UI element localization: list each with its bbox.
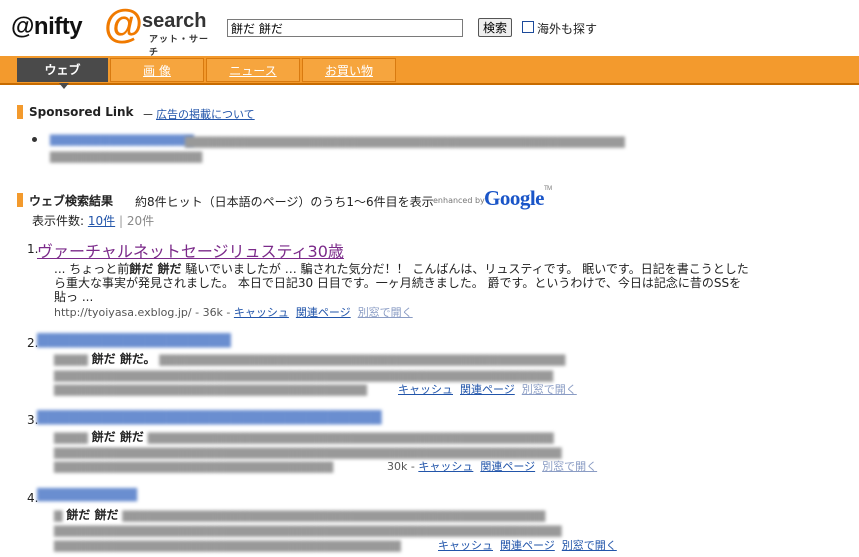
tab-web[interactable]: ウェブ xyxy=(17,58,108,82)
overseas-label: 海外も探す xyxy=(537,22,598,36)
results-summary: 約8件ヒット（日本語のページ）のうち1〜6件目を表示 xyxy=(135,195,434,209)
ad-info-link[interactable]: 広告の掲載について xyxy=(156,106,255,122)
result-2-snippet-bold: 餅だ 餅だ。 xyxy=(91,352,156,366)
result-1-meta: http://tyoiyasa.exblog.jp/ - 36k - キャッシュ… xyxy=(54,304,413,320)
result-4-url: ▇▇▇▇▇▇▇▇▇▇▇▇▇▇▇▇▇▇▇▇▇▇▇▇▇▇▇▇▇▇▇▇▇▇▇▇▇▇▇▇… xyxy=(54,539,401,552)
result-2-related-link[interactable]: 関連ページ xyxy=(460,383,515,396)
active-tab-pointer-icon xyxy=(59,83,69,89)
sponsored-bullet xyxy=(32,137,37,142)
sponsored-ad-text: ▇▇▇▇▇▇▇▇▇▇▇▇▇▇▇▇▇▇▇▇▇▇▇▇▇▇▇▇▇▇▇▇▇▇▇▇▇▇▇▇… xyxy=(185,135,625,148)
overseas-checkbox[interactable] xyxy=(522,21,534,33)
result-1-newwindow-link[interactable]: 別窓で開く xyxy=(358,306,413,319)
logo-subtitle: アット・サーチ xyxy=(149,35,210,58)
display-count-separator: | xyxy=(118,214,124,228)
result-1-snippet-bold: 餅だ 餅だ xyxy=(129,262,182,276)
result-3-newwindow-link[interactable]: 別窓で開く xyxy=(542,460,597,473)
result-4-snippet-line-2: ▇▇▇▇▇▇▇▇▇▇▇▇▇▇▇▇▇▇▇▇▇▇▇▇▇▇▇▇▇▇▇▇▇▇▇▇▇▇▇▇… xyxy=(54,524,562,537)
display-10-option[interactable]: 10件 xyxy=(88,214,115,228)
header: @nifty @ search アット・サーチ 検索 海外も探す xyxy=(0,0,859,58)
google-tm: TM xyxy=(544,186,552,192)
result-2-url: ▇▇▇▇▇▇▇▇▇▇▇▇▇▇▇▇▇▇▇▇▇▇▇▇▇▇▇▇▇▇▇▇▇▇▇▇▇ xyxy=(54,383,368,396)
tab-images[interactable]: 画 像 xyxy=(110,58,204,82)
result-2-meta: キャッシュ 関連ページ 別窓で開く xyxy=(398,381,577,397)
sponsored-ad-link[interactable]: ▇▇▇▇▇▇▇▇▇▇▇▇▇▇▇▇▇ xyxy=(50,133,194,146)
sponsored-ad-url: ▇▇▇▇▇▇▇▇▇▇▇▇▇▇▇▇▇▇ xyxy=(50,150,203,163)
google-logo-text: Google xyxy=(484,186,545,210)
result-1-url: http://tyoiyasa.exblog.jp/ - 36k - xyxy=(54,306,231,319)
tab-shopping-label: お買い物 xyxy=(324,64,373,78)
result-2-snippet-blur-b: ▇▇▇▇▇▇▇▇▇▇▇▇▇▇▇▇▇▇▇▇▇▇▇▇▇▇▇▇▇▇▇▇▇▇▇▇▇▇▇▇… xyxy=(159,353,566,366)
result-4-snippet-bold: 餅だ 餅だ xyxy=(66,508,119,522)
result-3-snippet-blur-b: ▇▇▇▇▇▇▇▇▇▇▇▇▇▇▇▇▇▇▇▇▇▇▇▇▇▇▇▇▇▇▇▇▇▇▇▇▇▇▇▇… xyxy=(147,431,554,444)
tab-news-label: ニュース xyxy=(229,64,277,78)
tab-news[interactable]: ニュース xyxy=(206,58,300,82)
result-3-related-link[interactable]: 関連ページ xyxy=(480,460,535,473)
result-2-newwindow-link[interactable]: 別窓で開く xyxy=(522,383,577,396)
sponsored-dash: － xyxy=(142,108,155,122)
result-4-title-link[interactable]: ▇▇▇▇▇▇▇▇▇▇ xyxy=(37,487,137,502)
result-3-meta: 30k - キャッシュ 関連ページ 別窓で開く xyxy=(387,458,597,474)
result-4-snippet-blur-b: ▇▇▇▇▇▇▇▇▇▇▇▇▇▇▇▇▇▇▇▇▇▇▇▇▇▇▇▇▇▇▇▇▇▇▇▇▇▇▇▇… xyxy=(122,509,546,522)
enhanced-by-label: enhanced by xyxy=(433,196,485,205)
result-4-related-link[interactable]: 関連ページ xyxy=(500,539,555,552)
sponsored-section-marker xyxy=(17,105,23,119)
result-4-snippet-blur-a: ▇ xyxy=(54,509,63,522)
result-1-snippet: ... ちょっと前餅だ 餅だ 騒いでいましたが … 騙された気分だ！！ こんばん… xyxy=(54,262,750,304)
result-4-newwindow-link[interactable]: 別窓で開く xyxy=(562,539,617,552)
google-logo[interactable]: GoogleTM xyxy=(484,186,552,211)
nifty-logo[interactable]: @nifty xyxy=(11,13,83,41)
result-3-size: 30k - xyxy=(387,460,415,473)
search-logo-word: search xyxy=(142,10,207,32)
at-logo-mark: @ xyxy=(104,2,144,46)
tab-images-label: 画 像 xyxy=(143,64,171,78)
results-title: ウェブ検索結果 xyxy=(29,194,114,208)
search-button[interactable]: 検索 xyxy=(478,18,512,37)
results-section-marker xyxy=(17,193,23,207)
tab-shopping[interactable]: お買い物 xyxy=(302,58,396,82)
result-1-title-link[interactable]: ヴァーチャルネットセージリュスティ30歳 xyxy=(37,238,344,262)
sponsored-title: Sponsored Link xyxy=(29,105,134,119)
result-4-cache-link[interactable]: キャッシュ xyxy=(438,539,493,552)
result-4-snippet: ▇ 餅だ 餅だ ▇▇▇▇▇▇▇▇▇▇▇▇▇▇▇▇▇▇▇▇▇▇▇▇▇▇▇▇▇▇▇▇… xyxy=(54,508,750,523)
display-20-option[interactable]: 20件 xyxy=(127,214,154,228)
result-1-snippet-pre: ... ちょっと前 xyxy=(54,262,130,276)
result-3-snippet-bold: 餅だ 餅だ xyxy=(91,430,144,444)
result-2-snippet-blur-a: ▇▇▇▇ xyxy=(54,353,88,366)
display-count: 表示件数: 10件 | 20件 xyxy=(32,212,154,229)
result-2-cache-link[interactable]: キャッシュ xyxy=(398,383,453,396)
search-input[interactable] xyxy=(227,19,463,37)
result-1-cache-link[interactable]: キャッシュ xyxy=(234,306,289,319)
result-2-title-link[interactable]: ▇▇▇▇▇▇▇▇▇▇▇▇▇▇▇▇▇▇ xyxy=(37,332,231,348)
result-3-url: ▇▇▇▇▇▇▇▇▇▇▇▇▇▇▇▇▇▇▇▇▇▇▇▇▇▇▇▇▇▇▇▇▇ xyxy=(54,460,334,473)
result-3-title-link[interactable]: ▇▇▇▇▇▇▇▇▇▇▇▇▇▇▇▇▇▇▇▇▇▇▇▇▇▇▇▇▇▇▇▇ xyxy=(37,409,382,425)
result-3-snippet-blur-a: ▇▇▇▇ xyxy=(54,431,88,444)
category-tabbar: ウェブ 画 像 ニュース お買い物 xyxy=(0,56,859,85)
result-4-meta: キャッシュ 関連ページ 別窓で開く xyxy=(438,537,617,553)
result-2-snippet: ▇▇▇▇ 餅だ 餅だ。 ▇▇▇▇▇▇▇▇▇▇▇▇▇▇▇▇▇▇▇▇▇▇▇▇▇▇▇▇… xyxy=(54,352,750,367)
result-3-cache-link[interactable]: キャッシュ xyxy=(418,460,473,473)
result-3-snippet: ▇▇▇▇ 餅だ 餅だ ▇▇▇▇▇▇▇▇▇▇▇▇▇▇▇▇▇▇▇▇▇▇▇▇▇▇▇▇▇… xyxy=(54,430,750,445)
display-count-label: 表示件数: xyxy=(32,214,85,228)
at-search-logo[interactable]: @ search アット・サーチ xyxy=(104,2,216,58)
result-1-related-link[interactable]: 関連ページ xyxy=(296,306,351,319)
